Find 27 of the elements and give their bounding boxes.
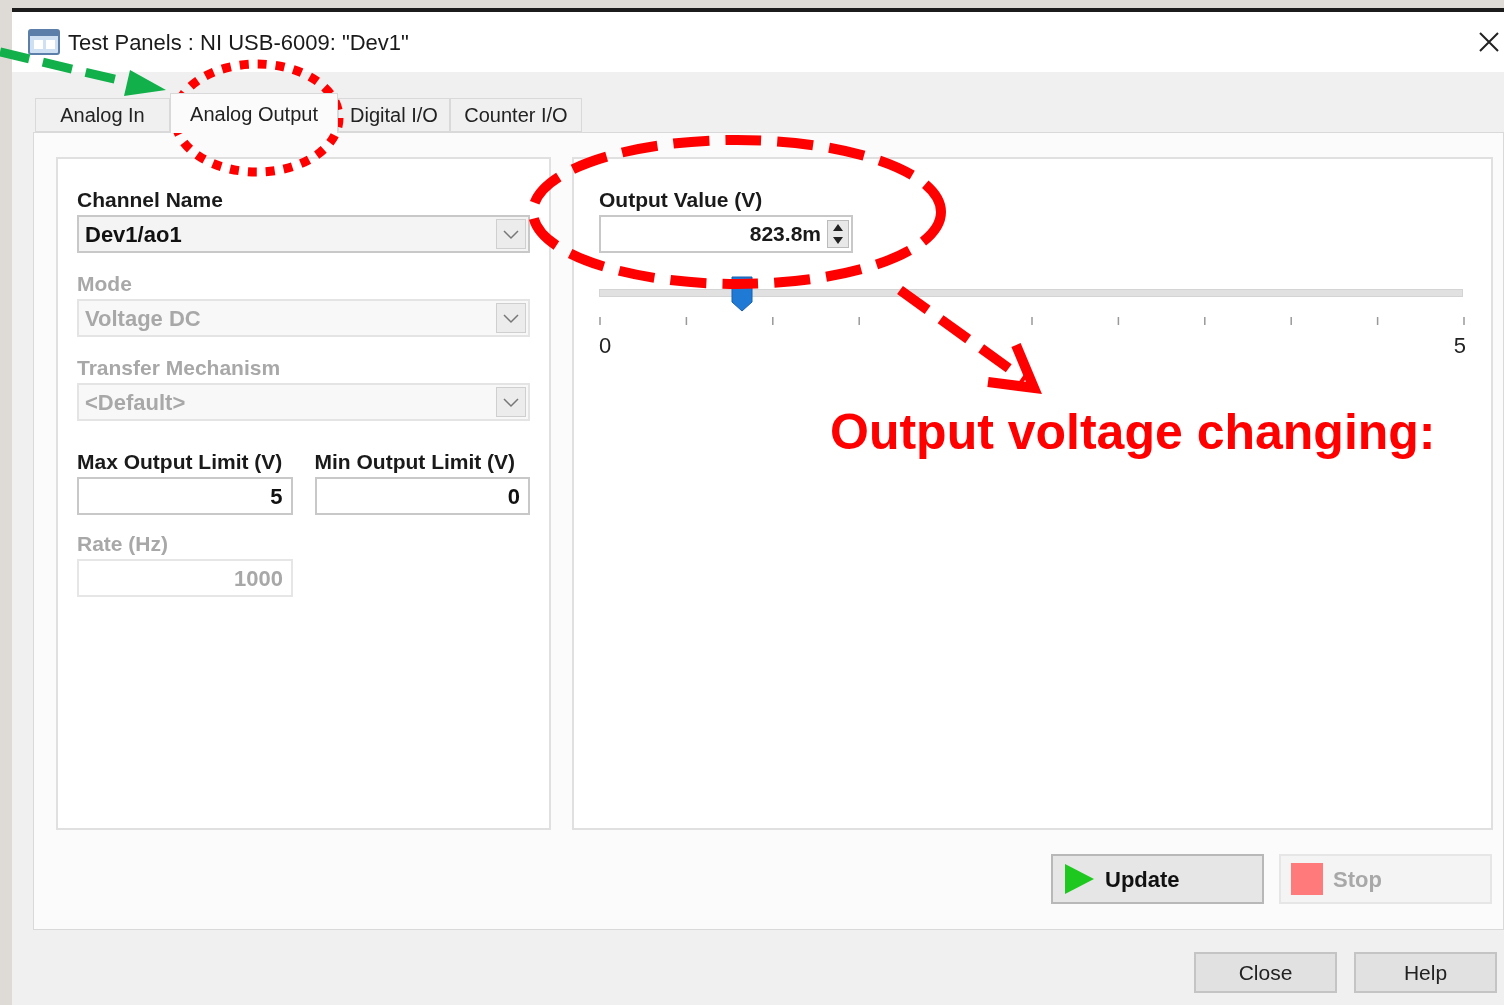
spinner-icon[interactable] bbox=[827, 220, 849, 248]
update-button[interactable]: Update bbox=[1051, 854, 1264, 904]
annotation-text: Output voltage changing: bbox=[830, 403, 1436, 462]
output-value-field[interactable]: 823.8m bbox=[599, 215, 853, 253]
field-label: Mode bbox=[77, 271, 133, 297]
field-label: Output Value (V) bbox=[599, 187, 764, 213]
tab[interactable]: Analog Output bbox=[170, 93, 338, 133]
dialog-button[interactable]: Close bbox=[1194, 952, 1337, 993]
field-label: Rate (Hz) bbox=[77, 531, 169, 557]
input-field[interactable]: 5 bbox=[77, 477, 293, 515]
stop-icon bbox=[1291, 863, 1323, 895]
tab[interactable]: Digital I/O bbox=[338, 98, 450, 132]
field-label: Channel Name bbox=[77, 187, 224, 213]
field-label: Max Output Limit (V) bbox=[77, 449, 284, 475]
scale-label: 5 bbox=[1453, 332, 1466, 360]
dropdown[interactable]: Dev1/ao1 bbox=[77, 215, 530, 253]
field-label: Transfer Mechanism bbox=[77, 355, 282, 381]
dialog-button[interactable]: Help bbox=[1354, 952, 1497, 993]
tab[interactable]: Counter I/O bbox=[450, 98, 582, 132]
tab[interactable]: Analog In bbox=[35, 98, 170, 132]
scale-label: 0 bbox=[599, 332, 612, 360]
input-field[interactable]: 0 bbox=[314, 477, 530, 515]
window-icon bbox=[28, 29, 60, 55]
field-label: Min Output Limit (V) bbox=[314, 449, 517, 475]
play-icon bbox=[1063, 863, 1095, 895]
window-title: Test Panels : NI USB-6009: "Dev1" bbox=[68, 28, 409, 57]
close-icon[interactable] bbox=[1478, 31, 1500, 53]
